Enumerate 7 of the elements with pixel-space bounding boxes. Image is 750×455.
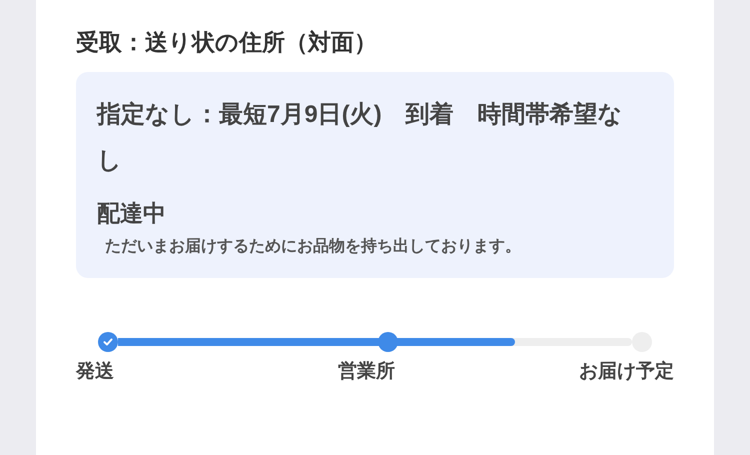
- step-label: 発送: [76, 360, 114, 384]
- delivery-schedule: 指定なし：最短7月9日(火) 到着 時間帯希望なし: [97, 100, 624, 176]
- step-label: 営業所: [337, 360, 395, 384]
- section-title: 受取：送り状の住所（対面）: [76, 28, 378, 57]
- status-message: ただいまお届けするためにお品物を持ち出しております。: [104, 236, 522, 257]
- delivery-status: 配達中: [97, 199, 167, 228]
- step-label: お届け予定: [579, 360, 674, 384]
